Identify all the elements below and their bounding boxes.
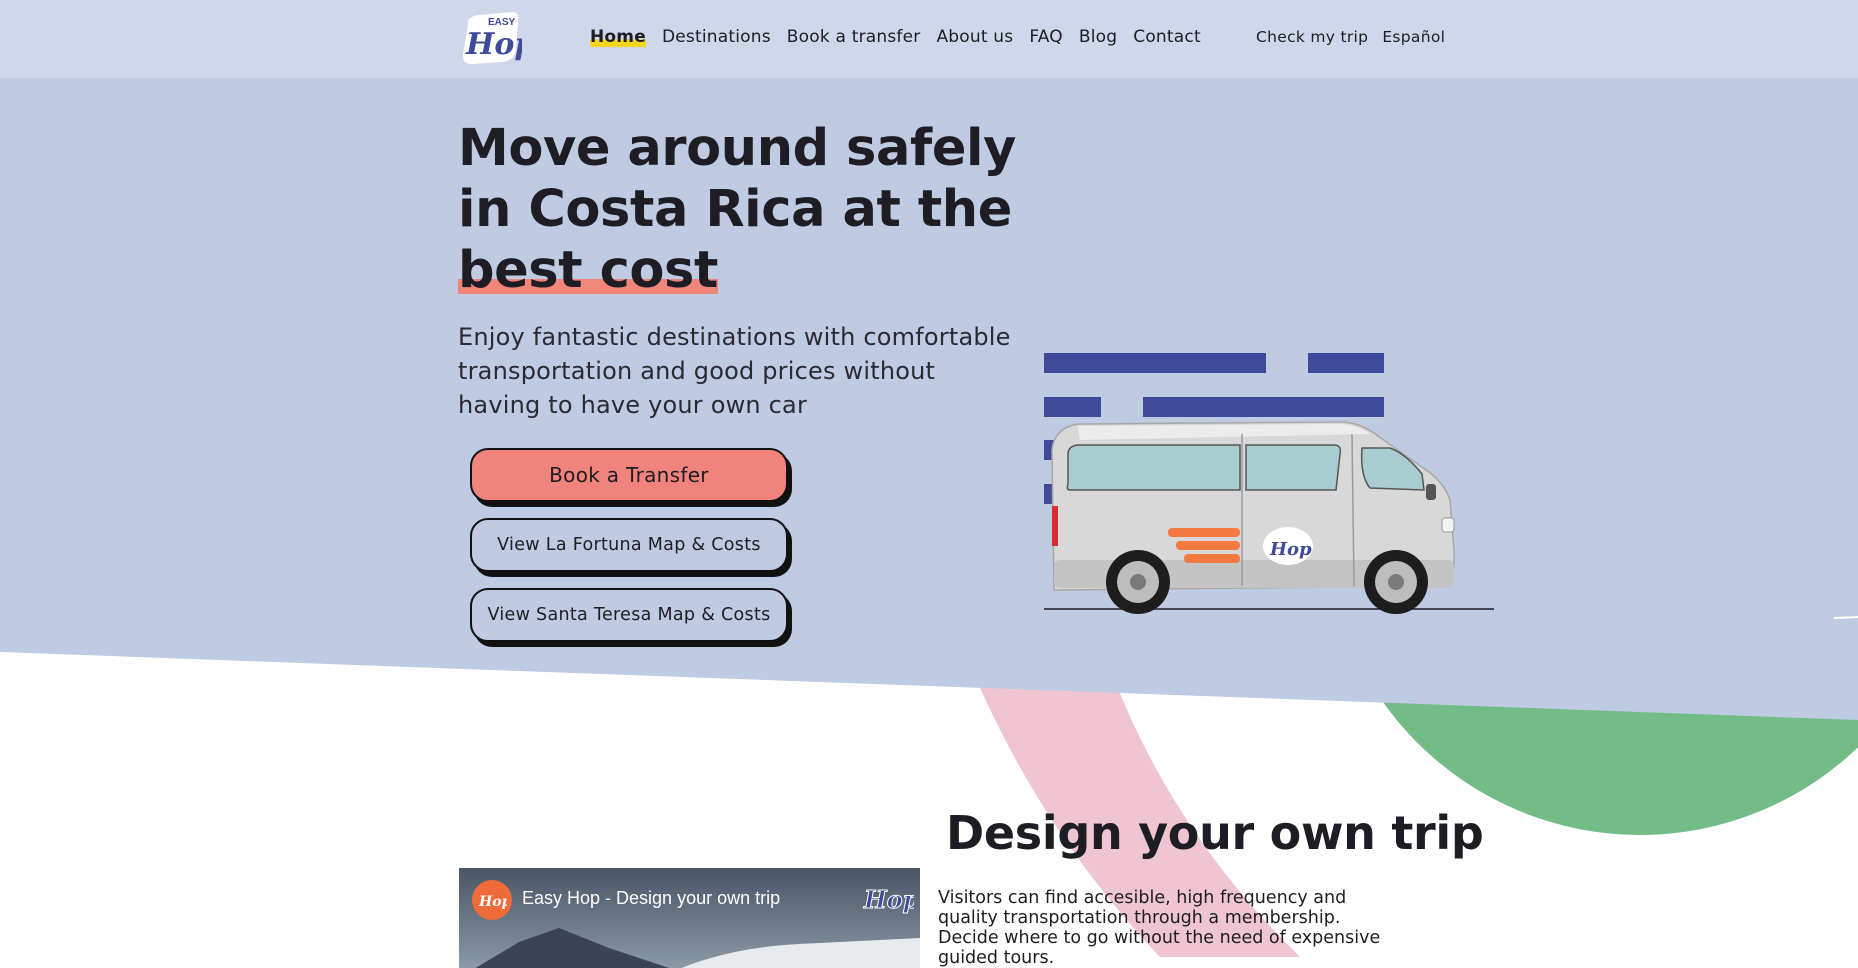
book-transfer-button[interactable]: Book a Transfer [470, 448, 788, 502]
hero-title: Move around safely in Costa Rica at the … [458, 118, 1018, 301]
nav-item-blog[interactable]: Blog [1079, 27, 1117, 47]
video-player[interactable]: Hop Easy Hop - Design your own trip Hop [459, 868, 920, 968]
nav-item-destinations[interactable]: Destinations [662, 27, 771, 47]
svg-text:Hop: Hop [1269, 539, 1312, 560]
nav-item-about[interactable]: About us [936, 27, 1013, 47]
design-trip-title: Design your own trip [946, 806, 1484, 860]
nav-item-contact[interactable]: Contact [1133, 27, 1201, 47]
main-nav: Home Destinations Book a transfer About … [590, 27, 1201, 47]
header-utility-nav: Check my trip Español [1256, 28, 1445, 46]
logo-main-text: Hop [465, 27, 522, 62]
svg-text:Hop: Hop [478, 894, 507, 910]
van-illustration: Hop [1040, 350, 1500, 620]
site-header: EASY Hop Home Destinations Book a transf… [0, 0, 1858, 78]
design-trip-text: Visitors can find accesible, high freque… [938, 888, 1381, 968]
brand-logo[interactable]: EASY Hop [458, 10, 535, 66]
la-fortuna-map-button[interactable]: View La Fortuna Map & Costs [470, 518, 788, 572]
nav-item-faq[interactable]: FAQ [1029, 27, 1063, 47]
check-trip-link[interactable]: Check my trip [1256, 28, 1368, 46]
hero-subtitle: Enjoy fantastic destinations with comfor… [458, 323, 1011, 419]
language-switch[interactable]: Español [1382, 28, 1445, 46]
video-brand-logo: Hop [862, 876, 921, 920]
nav-item-home[interactable]: Home [590, 27, 646, 47]
channel-avatar[interactable]: Hop [472, 880, 512, 920]
svg-text:Hop: Hop [863, 885, 914, 914]
video-thumbnail-scene [475, 928, 920, 968]
hero-title-highlight: best cost [458, 241, 718, 300]
hero-title-text: Move around safely in Costa Rica at the [458, 119, 1016, 239]
video-title[interactable]: Easy Hop - Design your own trip [522, 888, 780, 909]
santa-teresa-map-button[interactable]: View Santa Teresa Map & Costs [470, 588, 788, 642]
nav-item-book-transfer[interactable]: Book a transfer [787, 27, 921, 47]
